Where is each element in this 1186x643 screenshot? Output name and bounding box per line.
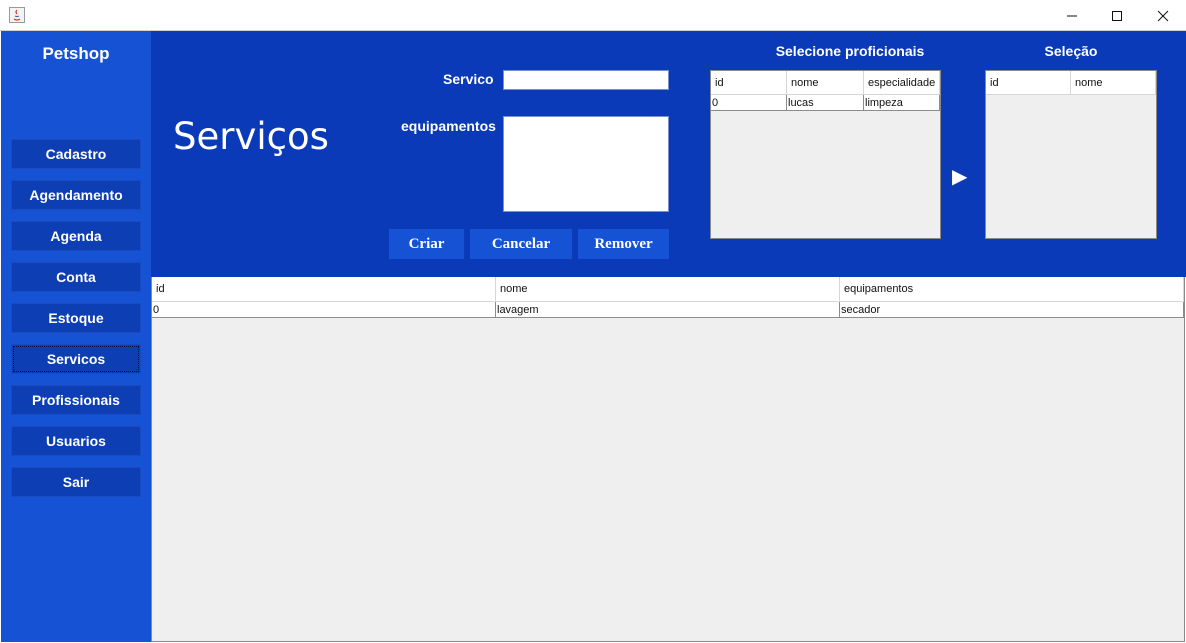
equipamentos-textarea[interactable]	[503, 116, 669, 212]
table-cell: lavagem	[496, 302, 840, 318]
nav-sair-button[interactable]: Sair	[11, 467, 141, 497]
table-cell: 0	[152, 302, 496, 318]
table-header: id nome equipamentos	[152, 277, 1184, 302]
profissionais-table[interactable]: id nome especialidade 0 lucas limpeza	[710, 70, 941, 239]
cancelar-button[interactable]: Cancelar	[470, 229, 572, 259]
nav-agenda-button[interactable]: Agenda	[11, 221, 141, 251]
table-row[interactable]: 0 lavagem secador	[152, 302, 1184, 318]
servico-input[interactable]	[503, 70, 669, 90]
column-header-id[interactable]: id	[711, 71, 787, 95]
selecao-table-title: Seleção	[1044, 43, 1098, 59]
sidebar: Petshop Cadastro Agendamento Agenda Cont…	[1, 31, 151, 642]
column-header-id[interactable]: id	[152, 277, 496, 302]
table-cell: limpeza	[864, 95, 940, 111]
maximize-icon	[1112, 10, 1122, 21]
table-cell: lucas	[787, 95, 864, 111]
close-icon	[1157, 10, 1169, 21]
maximize-button[interactable]	[1094, 0, 1140, 31]
table-header: id nome	[986, 71, 1156, 95]
profissionais-table-title: Selecione proficionais	[775, 43, 925, 59]
close-button[interactable]	[1140, 0, 1186, 31]
nav-usuarios-button[interactable]: Usuarios	[11, 426, 141, 456]
window-titlebar	[0, 0, 1186, 31]
selecao-table[interactable]: id nome	[985, 70, 1157, 239]
table-header: id nome especialidade	[711, 71, 940, 95]
add-to-selection-arrow-icon[interactable]: ▶	[952, 164, 967, 189]
servico-label: Servico	[443, 71, 494, 87]
column-header-nome[interactable]: nome	[1071, 71, 1156, 95]
column-header-nome[interactable]: nome	[787, 71, 864, 95]
java-app-icon	[9, 7, 25, 23]
minimize-icon	[1067, 15, 1077, 16]
column-header-especialidade[interactable]: especialidade	[864, 71, 940, 95]
column-header-id[interactable]: id	[986, 71, 1071, 95]
table-cell: secador	[840, 302, 1184, 318]
servicos-table[interactable]: id nome equipamentos 0 lavagem secador	[151, 277, 1185, 642]
nav-agendamento-button[interactable]: Agendamento	[11, 180, 141, 210]
remover-button[interactable]: Remover	[578, 229, 669, 259]
nav-conta-button[interactable]: Conta	[11, 262, 141, 292]
minimize-button[interactable]	[1049, 0, 1095, 31]
equipamentos-label: equipamentos	[401, 118, 496, 134]
app-title: Petshop	[42, 44, 110, 63]
table-row[interactable]: 0 lucas limpeza	[711, 95, 940, 111]
services-form-panel: Serviços Servico equipamentos Criar Canc…	[151, 31, 1186, 277]
nav-cadastro-button[interactable]: Cadastro	[11, 139, 141, 169]
nav-estoque-button[interactable]: Estoque	[11, 303, 141, 333]
column-header-equipamentos[interactable]: equipamentos	[840, 277, 1184, 302]
page-title: Serviços	[173, 115, 329, 158]
column-header-nome[interactable]: nome	[496, 277, 840, 302]
nav-servicos-button[interactable]: Servicos	[11, 344, 141, 374]
nav-profissionais-button[interactable]: Profissionais	[11, 385, 141, 415]
criar-button[interactable]: Criar	[389, 229, 464, 259]
table-cell: 0	[711, 95, 787, 111]
